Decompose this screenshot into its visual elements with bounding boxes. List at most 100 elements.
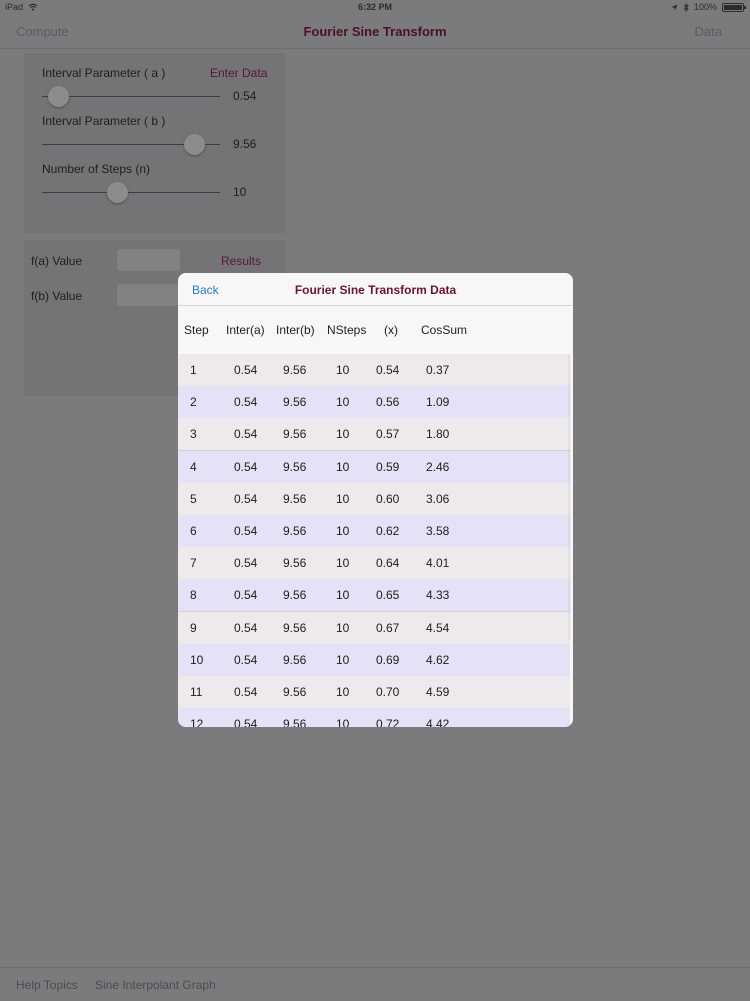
cell-inter-b: 9.56: [283, 620, 307, 635]
steps-slider[interactable]: [42, 192, 220, 193]
cell-x: 0.67: [376, 620, 400, 635]
cell-step: 2: [190, 395, 197, 410]
fa-value-label: f(a) Value: [31, 254, 83, 268]
cell-x: 0.54: [376, 363, 400, 377]
steps-slider-thumb[interactable]: [107, 182, 128, 203]
cell-step: 4: [190, 459, 197, 474]
cell-step: 11: [190, 685, 203, 699]
cell-cossum: 1.80: [426, 427, 450, 442]
cell-nsteps: 10: [336, 620, 350, 635]
table-row[interactable]: 8 0.54 9.56 10 0.65 4.33: [178, 579, 570, 613]
cell-inter-b: 9.56: [283, 588, 307, 603]
cell-nsteps: 10: [336, 363, 350, 377]
cell-cossum: 4.62: [426, 652, 450, 667]
cell-inter-b: 9.56: [283, 427, 307, 442]
fb-value-label: f(b) Value: [31, 289, 83, 303]
cell-inter-a: 0.54: [234, 427, 258, 442]
interval-b-label: Interval Parameter ( b ): [42, 114, 166, 128]
cell-x: 0.60: [376, 491, 400, 506]
cell-inter-a: 0.54: [234, 363, 258, 377]
table-row[interactable]: 1 0.54 9.56 10 0.54 0.37: [178, 354, 570, 387]
battery-percent: 100%: [693, 2, 717, 12]
cell-step: 12: [190, 717, 204, 727]
table-scrollbar[interactable]: [568, 354, 571, 639]
cell-inter-b: 9.56: [283, 363, 307, 377]
interval-a-slider-thumb[interactable]: [48, 86, 69, 107]
column-header-x: (x): [384, 323, 398, 337]
results-button[interactable]: Results: [221, 254, 261, 268]
cell-step: 8: [190, 588, 197, 603]
cell-nsteps: 10: [336, 395, 350, 410]
enter-data-button[interactable]: Enter Data: [210, 66, 267, 80]
fa-value-field[interactable]: [117, 249, 180, 271]
table-row[interactable]: 7 0.54 9.56 10 0.64 4.01: [178, 547, 570, 581]
sine-interpolant-graph-button[interactable]: Sine Interpolant Graph: [95, 978, 216, 992]
cell-x: 0.69: [376, 652, 400, 667]
table-row[interactable]: 11 0.54 9.56 10 0.70 4.59: [178, 676, 570, 709]
data-modal: Back Fourier Sine Transform Data Step In…: [178, 273, 573, 727]
bluetooth-icon: [683, 2, 689, 12]
cell-cossum: 4.59: [426, 685, 450, 699]
cell-step: 6: [190, 524, 197, 538]
table-row[interactable]: 10 0.54 9.56 10 0.69 4.62: [178, 643, 570, 677]
table-row[interactable]: 6 0.54 9.56 10 0.62 3.58: [178, 515, 570, 548]
status-bar: iPad 6:32 PM 100%: [0, 0, 750, 14]
table-row[interactable]: 2 0.54 9.56 10 0.56 1.09: [178, 386, 570, 420]
cell-inter-b: 9.56: [283, 685, 307, 699]
modal-nav-bar: Back Fourier Sine Transform Data: [178, 273, 573, 306]
cell-cossum: 3.58: [426, 524, 450, 538]
interval-b-value: 9.56: [233, 137, 257, 151]
cell-nsteps: 10: [336, 685, 350, 699]
cell-inter-b: 9.56: [283, 395, 307, 410]
steps-value: 10: [233, 185, 247, 199]
cell-inter-a: 0.54: [234, 491, 258, 506]
table-row[interactable]: 12 0.54 9.56 10 0.72 4.42: [178, 708, 570, 727]
cell-x: 0.59: [376, 459, 400, 474]
cell-cossum: 4.54: [426, 620, 450, 635]
cell-cossum: 4.33: [426, 588, 450, 603]
cell-inter-b: 9.56: [283, 491, 307, 506]
cell-step: 9: [190, 620, 197, 635]
cell-inter-a: 0.54: [234, 556, 258, 571]
cell-inter-a: 0.54: [234, 652, 258, 667]
data-button[interactable]: Data: [695, 24, 722, 39]
cell-cossum: 4.01: [426, 556, 450, 571]
cell-inter-a: 0.54: [234, 395, 258, 410]
cell-nsteps: 10: [336, 652, 350, 667]
battery-icon: [722, 2, 746, 12]
cell-inter-a: 0.54: [234, 524, 258, 538]
table-row[interactable]: 4 0.54 9.56 10 0.59 2.46: [178, 450, 570, 484]
cell-nsteps: 10: [336, 459, 350, 474]
cell-nsteps: 10: [336, 588, 350, 603]
interval-b-slider-thumb[interactable]: [184, 134, 205, 155]
status-right: 100%: [671, 2, 746, 12]
column-header-inter-a: Inter(a): [226, 323, 265, 337]
steps-label: Number of Steps (n): [42, 162, 151, 176]
cell-step: 10: [190, 652, 204, 667]
cell-nsteps: 10: [336, 556, 350, 571]
cell-x: 0.64: [376, 556, 400, 571]
table-row[interactable]: 9 0.54 9.56 10 0.67 4.54: [178, 611, 570, 645]
cell-inter-a: 0.54: [234, 685, 258, 699]
cell-inter-b: 9.56: [283, 717, 307, 727]
column-header-inter-b: Inter(b): [276, 323, 315, 337]
cell-cossum: 1.09: [426, 395, 450, 410]
table-row[interactable]: 3 0.54 9.56 10 0.57 1.80: [178, 418, 570, 452]
cell-inter-a: 0.54: [234, 717, 258, 727]
cell-step: 5: [190, 491, 197, 506]
cell-nsteps: 10: [336, 427, 350, 442]
cell-step: 1: [190, 363, 197, 377]
cell-inter-b: 9.56: [283, 524, 307, 538]
page-title: Fourier Sine Transform: [303, 24, 447, 39]
help-topics-button[interactable]: Help Topics: [16, 978, 78, 992]
cell-x: 0.56: [376, 395, 400, 410]
cell-x: 0.65: [376, 588, 400, 603]
parameters-panel: Interval Parameter ( a ) Enter Data 0.54…: [24, 53, 285, 233]
location-icon: [671, 4, 678, 10]
column-header-nsteps: NSteps: [327, 323, 367, 337]
table-row[interactable]: 5 0.54 9.56 10 0.60 3.06: [178, 482, 570, 516]
cell-inter-b: 9.56: [283, 652, 307, 667]
fb-value-field[interactable]: [117, 284, 180, 306]
cell-inter-a: 0.54: [234, 459, 258, 474]
data-table-body[interactable]: 1 0.54 9.56 10 0.54 0.37 2 0.54 9.56 10 0.56 1.09 3 0…: [178, 354, 573, 727]
